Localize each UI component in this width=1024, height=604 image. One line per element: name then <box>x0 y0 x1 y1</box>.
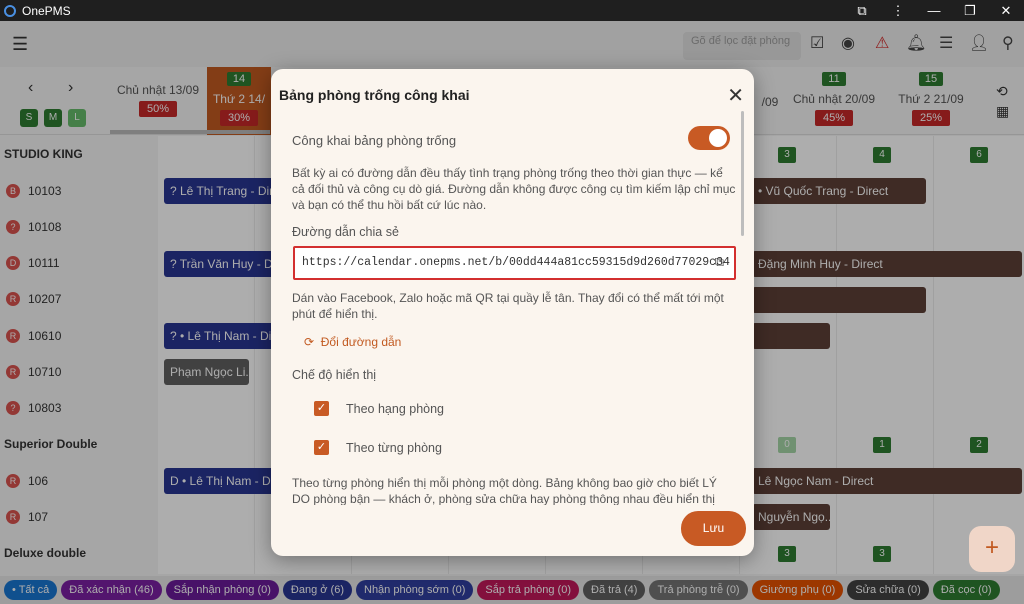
extension-icon[interactable]: ⧉ <box>844 3 880 19</box>
dialog-title: Bảng phòng trống công khai <box>279 87 470 103</box>
checkbox-by-room[interactable]: ✓ <box>314 440 329 455</box>
share-link-label: Đường dẫn chia sẻ <box>292 225 399 239</box>
public-toggle[interactable] <box>688 126 730 150</box>
refresh-icon: ⟳ <box>304 335 315 349</box>
public-availability-dialog: Bảng phòng trống công khai ✕ Công khai b… <box>271 69 754 556</box>
option-label: Theo từng phòng <box>346 441 442 455</box>
restore-button[interactable]: ❐ <box>952 3 988 19</box>
checkbox-by-room-type[interactable]: ✓ <box>314 401 329 416</box>
toggle-label: Công khai bảng phòng trống <box>292 133 457 148</box>
app-logo-icon <box>4 4 16 17</box>
title-bar: OnePMS ⧉ ⋮ — ❐ ✕ <box>0 0 1024 21</box>
save-button[interactable]: Lưu <box>681 511 746 546</box>
dialog-scrollbar[interactable] <box>741 111 744 236</box>
add-booking-button[interactable]: + <box>969 526 1015 572</box>
share-url-field[interactable]: https://calendar.onepms.net/b/00dd444a81… <box>293 246 736 280</box>
minimize-button[interactable]: — <box>916 3 952 18</box>
display-mode-label: Chế độ hiển thị <box>292 368 377 382</box>
public-description: Bất kỳ ai có đường dẫn đều thấy tình trạ… <box>292 166 736 212</box>
option-label: Theo hạng phòng <box>346 402 445 416</box>
close-icon[interactable]: ✕ <box>727 83 744 108</box>
more-vert-icon[interactable]: ⋮ <box>880 3 916 19</box>
change-link-label: Đổi đường dẫn <box>320 335 402 349</box>
display-mode-description: Theo từng phòng hiển thị mỗi phòng một d… <box>292 476 717 505</box>
share-hint: Dán vào Facebook, Zalo hoặc mã QR tại qu… <box>292 291 724 321</box>
close-window-button[interactable]: ✕ <box>988 3 1024 19</box>
copy-icon[interactable]: ⧉ <box>715 248 724 278</box>
change-link-button[interactable]: ⟳ Đổi đường dẫn <box>304 335 401 349</box>
share-url-text: https://calendar.onepms.net/b/00dd444a81… <box>302 256 730 269</box>
app-title: OnePMS <box>22 3 71 18</box>
toggle-knob <box>709 129 727 147</box>
